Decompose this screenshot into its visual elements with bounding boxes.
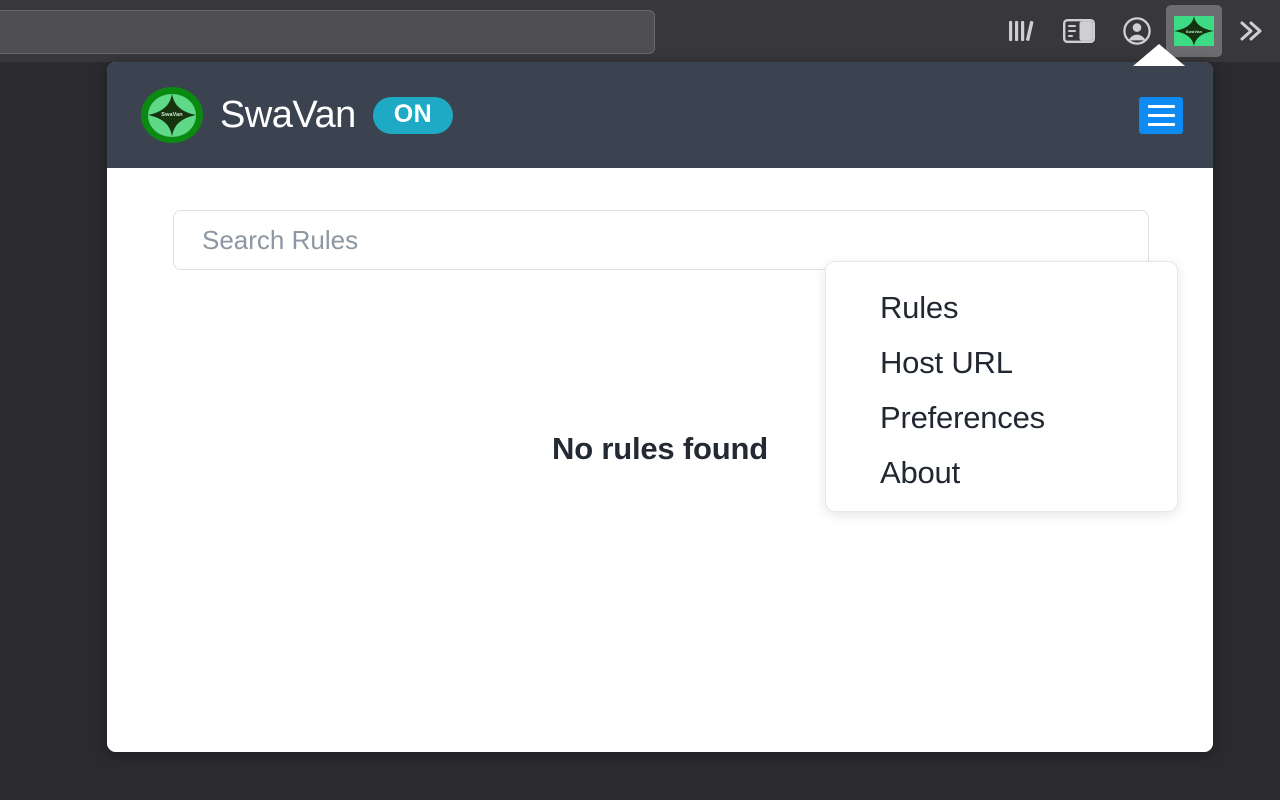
menu-item-rules[interactable]: Rules [826,280,1177,335]
swavan-extension-icon: SwaVan [1174,16,1214,46]
screen: SwaVan [0,0,1280,800]
overflow-button[interactable] [1222,8,1280,54]
popup-pointer-arrow [1133,44,1185,66]
sidebar-button[interactable] [1050,8,1108,54]
popup-body: No rules found Rules Host URL Preference… [107,168,1213,752]
brand-group: SwaVan SwaVan ON [141,87,453,143]
navigation-dropdown-menu: Rules Host URL Preferences About [825,261,1178,512]
menu-item-rules-label: Rules [880,290,958,326]
sidebar-icon [1063,18,1095,44]
swavan-logo: SwaVan [141,87,203,143]
menu-item-about[interactable]: About [826,445,1177,500]
hamburger-menu-button[interactable] [1139,97,1183,134]
menu-item-host-url-label: Host URL [880,345,1013,381]
account-icon [1122,16,1152,46]
menu-item-preferences[interactable]: Preferences [826,390,1177,445]
browser-toolbar: SwaVan [0,0,1280,62]
overflow-chevrons-icon [1236,18,1266,44]
swavan-logo-text: SwaVan [161,112,182,118]
menu-item-host-url[interactable]: Host URL [826,335,1177,390]
hamburger-bar-1 [1148,105,1175,108]
swavan-logo-inner: SwaVan [148,94,196,137]
popup-header: SwaVan SwaVan ON [107,62,1213,168]
library-icon [1006,18,1036,44]
swavan-extension-icon-label: SwaVan [1186,29,1202,34]
status-badge: ON [373,97,454,134]
menu-item-about-label: About [880,455,960,491]
hamburger-bar-2 [1148,114,1175,117]
swavan-popup-panel: SwaVan SwaVan ON No rules found [107,62,1213,752]
url-bar[interactable] [0,10,655,54]
menu-item-preferences-label: Preferences [880,400,1045,436]
brand-title: SwaVan [220,96,356,134]
library-button[interactable] [992,8,1050,54]
hamburger-bar-3 [1148,123,1175,126]
